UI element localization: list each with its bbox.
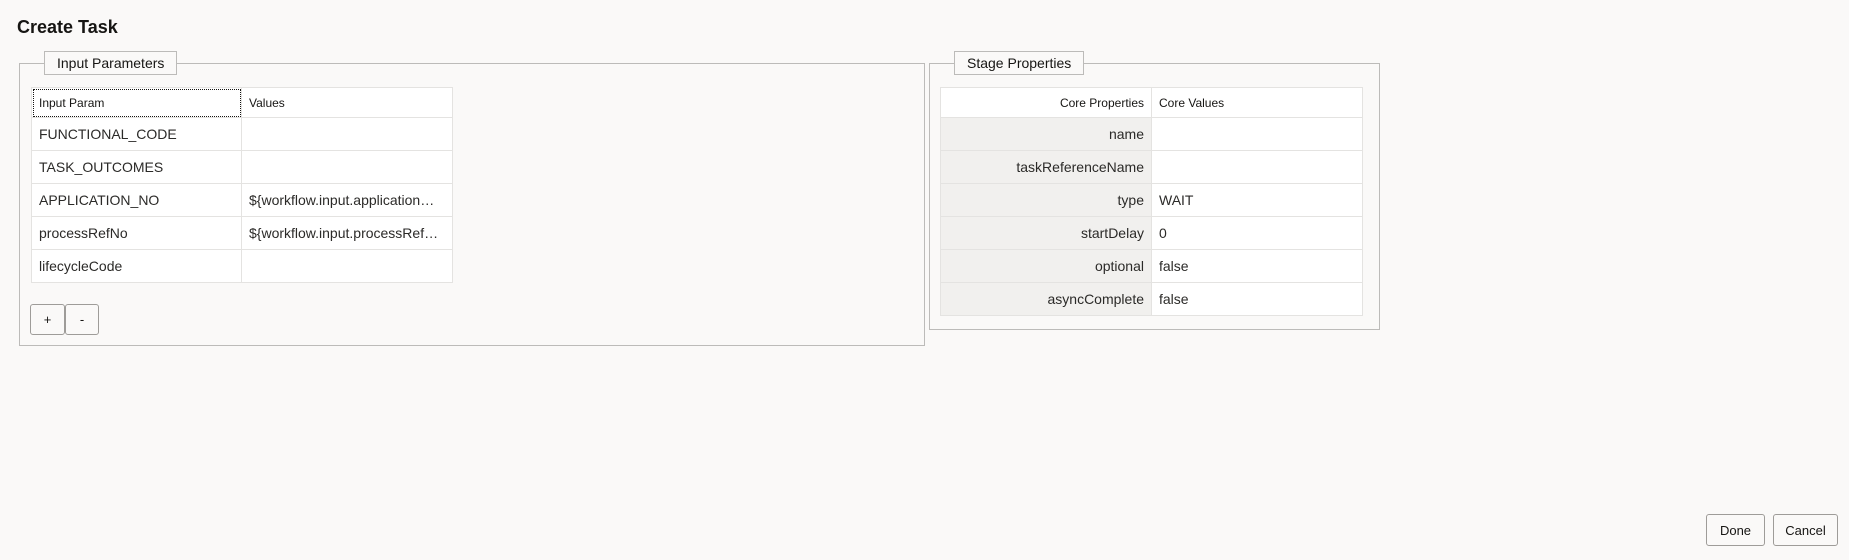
column-header-input-param[interactable]: Input Param [31, 87, 242, 118]
table-row[interactable]: processRefNo ${workflow.input.processRef… [31, 216, 453, 250]
input-parameters-legend: Input Parameters [44, 51, 178, 75]
column-header-values[interactable]: Values [241, 87, 453, 118]
column-header-core-values[interactable]: Core Values [1151, 87, 1363, 118]
table-row[interactable]: type WAIT [940, 183, 1363, 217]
param-name-cell[interactable]: processRefNo [31, 216, 242, 250]
property-name-cell: optional [940, 249, 1152, 283]
table-header-row: Input Param Values [31, 87, 453, 118]
property-value-cell[interactable]: 0 [1151, 216, 1363, 250]
param-name-cell[interactable]: FUNCTIONAL_CODE [31, 117, 242, 151]
property-name-cell: startDelay [940, 216, 1152, 250]
property-value-cell[interactable] [1151, 150, 1363, 184]
table-row[interactable]: lifecycleCode [31, 249, 453, 283]
param-value-cell[interactable]: ${workflow.input.processRef… [241, 216, 453, 250]
cancel-button[interactable]: Cancel [1773, 514, 1838, 546]
done-button[interactable]: Done [1706, 514, 1765, 546]
param-name-cell[interactable]: TASK_OUTCOMES [31, 150, 242, 184]
property-value-cell[interactable]: WAIT [1151, 183, 1363, 217]
table-header-row: Core Properties Core Values [940, 87, 1363, 118]
property-value-cell[interactable]: false [1151, 282, 1363, 316]
stage-properties-legend: Stage Properties [954, 51, 1085, 75]
stage-properties-table: Core Properties Core Values name taskRef… [940, 87, 1363, 316]
input-parameters-panel: Input Parameters Input Param Values FUNC… [19, 51, 925, 346]
table-row[interactable]: name [940, 117, 1363, 151]
param-name-cell[interactable]: APPLICATION_NO [31, 183, 242, 217]
param-value-cell[interactable]: ${workflow.input.application… [241, 183, 453, 217]
table-row[interactable]: APPLICATION_NO ${workflow.input.applicat… [31, 183, 453, 217]
add-row-button[interactable]: + [30, 304, 65, 335]
table-row[interactable]: asyncComplete false [940, 282, 1363, 316]
remove-row-button[interactable]: - [65, 304, 99, 335]
page-title: Create Task [17, 17, 118, 37]
table-row[interactable]: FUNCTIONAL_CODE [31, 117, 453, 151]
param-value-cell[interactable] [241, 249, 453, 283]
table-row[interactable]: TASK_OUTCOMES [31, 150, 453, 184]
stage-properties-panel: Stage Properties Core Properties Core Va… [929, 51, 1380, 330]
property-name-cell: asyncComplete [940, 282, 1152, 316]
input-parameters-table: Input Param Values FUNCTIONAL_CODE TASK_… [31, 87, 453, 283]
param-name-cell[interactable]: lifecycleCode [31, 249, 242, 283]
table-row[interactable]: optional false [940, 249, 1363, 283]
table-row[interactable]: startDelay 0 [940, 216, 1363, 250]
property-name-cell: name [940, 117, 1152, 151]
param-value-cell[interactable] [241, 150, 453, 184]
property-name-cell: type [940, 183, 1152, 217]
property-name-cell: taskReferenceName [940, 150, 1152, 184]
table-row[interactable]: taskReferenceName [940, 150, 1363, 184]
property-value-cell[interactable] [1151, 117, 1363, 151]
column-header-core-properties[interactable]: Core Properties [940, 87, 1152, 118]
property-value-cell[interactable]: false [1151, 249, 1363, 283]
param-value-cell[interactable] [241, 117, 453, 151]
